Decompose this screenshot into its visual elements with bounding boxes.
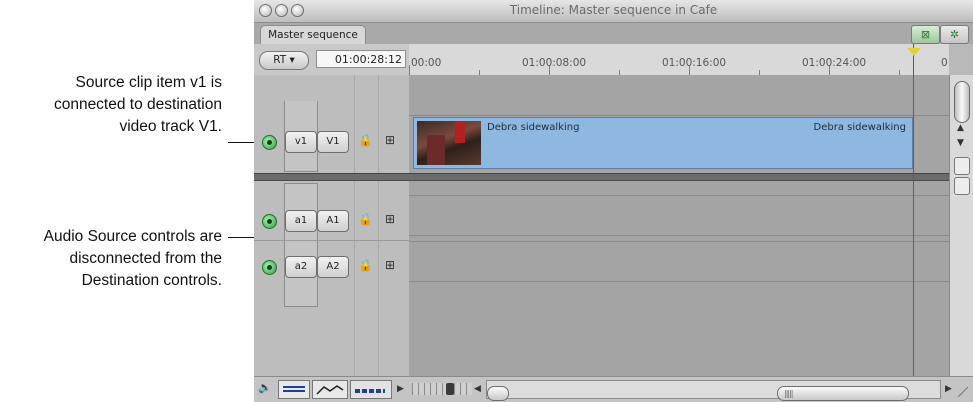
source-control-a2[interactable]: a2 bbox=[285, 256, 317, 278]
tab-master-sequence[interactable]: Master sequence bbox=[260, 25, 366, 45]
scroll-grip-icon: ||||| bbox=[784, 389, 794, 398]
ruler-label: 0 bbox=[941, 57, 948, 69]
track-visibility-a1[interactable] bbox=[262, 214, 277, 229]
current-timecode-field[interactable]: 01:00:28:12 bbox=[316, 50, 406, 68]
linking-icon: ✲ bbox=[949, 28, 960, 41]
scroll-divider-handle[interactable] bbox=[954, 177, 970, 195]
lock-track-icon[interactable]: 🔒 bbox=[358, 258, 373, 272]
scroll-divider-handle[interactable] bbox=[954, 157, 970, 175]
lock-track-icon[interactable]: 🔒 bbox=[358, 133, 373, 147]
track-visibility-a2[interactable] bbox=[262, 260, 277, 275]
track-headers: v1 ( V1 🔒 ⊞ a1 (( A1 🔒 ⊞ a2 (( A2 🔒 ⊞ bbox=[254, 75, 409, 376]
clip-thumbnail bbox=[417, 121, 481, 165]
track-height-icon bbox=[283, 386, 305, 388]
clip-name-label: Debra sidewalking bbox=[487, 122, 580, 133]
ruler-label: 01:00:08:00 bbox=[522, 57, 587, 69]
track-size-control[interactable] bbox=[350, 380, 392, 399]
header-column-divider bbox=[354, 75, 355, 376]
destination-control-v1[interactable]: V1 bbox=[317, 131, 349, 153]
callout-video-connection: Source clip item v1 is connected to dest… bbox=[54, 72, 222, 138]
callout-line: connected to destination bbox=[53, 96, 222, 113]
callout-audio-disconnection: Audio Source controls are disconnected f… bbox=[44, 226, 222, 292]
rt-popup-button[interactable]: RT ▾ bbox=[259, 51, 309, 70]
ruler-label: 01:00:16:00 bbox=[662, 57, 727, 69]
zoom-slider[interactable] bbox=[412, 383, 472, 395]
window-title: Timeline: Master sequence in Cafe bbox=[509, 3, 718, 17]
tab-strip: Master sequence ⊠ ✲ bbox=[254, 23, 973, 45]
track-visibility-v1[interactable] bbox=[262, 135, 277, 150]
video-audio-divider[interactable] bbox=[254, 173, 949, 181]
zoom-slider-thumb[interactable] bbox=[446, 383, 454, 395]
track-height-button[interactable] bbox=[278, 380, 310, 399]
lock-track-icon[interactable]: 🔒 bbox=[358, 212, 373, 226]
linking-button[interactable]: ✲ bbox=[940, 25, 969, 44]
horizontal-scroll-thumb-start[interactable] bbox=[487, 386, 509, 401]
playhead-marker[interactable] bbox=[907, 48, 921, 56]
timeline-controls: RT ▾ 01:00:28:12 bbox=[254, 44, 409, 75]
snapping-button[interactable]: ⊠ bbox=[911, 25, 940, 44]
callout-line: Audio Source controls are bbox=[43, 228, 222, 245]
track-separator bbox=[409, 281, 949, 282]
horizontal-scrollbar[interactable]: ||||| bbox=[486, 380, 941, 401]
horizontal-scroll-thumb[interactable]: ||||| bbox=[777, 386, 909, 401]
snapping-icon: ⊠ bbox=[920, 28, 931, 41]
callout-line: video track V1. bbox=[119, 118, 222, 135]
title-bar: Timeline: Master sequence in Cafe bbox=[254, 0, 973, 23]
track-separator bbox=[409, 195, 949, 196]
scroll-down-arrow-icon[interactable]: ▼ bbox=[957, 138, 964, 148]
destination-control-a2[interactable]: A2 bbox=[317, 256, 349, 278]
source-control-a1[interactable]: a1 bbox=[285, 210, 317, 232]
ruler-label: 00:00 bbox=[411, 57, 442, 69]
callout-line: disconnected from the bbox=[69, 250, 222, 267]
callout-line: Destination controls. bbox=[81, 272, 222, 289]
bottom-bar-expand-arrow-icon[interactable]: ▶ bbox=[397, 384, 404, 394]
callout-line: Source clip item v1 is bbox=[75, 74, 222, 91]
resize-grip-icon[interactable] bbox=[958, 387, 968, 397]
clip-overlays-icon bbox=[316, 385, 344, 395]
speaker-icon[interactable]: 🔈 bbox=[258, 381, 272, 394]
vertical-scrollbar[interactable]: ▲ ▼ bbox=[949, 75, 973, 376]
clip-overlays-button[interactable] bbox=[312, 380, 348, 399]
track-size-icon bbox=[355, 389, 385, 393]
scroll-right-arrow-icon[interactable]: ▶ bbox=[945, 384, 952, 394]
destination-control-a1[interactable]: A1 bbox=[317, 210, 349, 232]
track-separator bbox=[409, 235, 949, 236]
source-control-v1[interactable]: v1 bbox=[285, 131, 317, 153]
auto-select-icon[interactable]: ⊞ bbox=[385, 212, 395, 226]
auto-select-icon[interactable]: ⊞ bbox=[385, 133, 395, 147]
scroll-left-arrow-icon[interactable]: ◀ bbox=[474, 384, 481, 394]
ruler-label: 01:00:24:00 bbox=[802, 57, 867, 69]
time-ruler[interactable]: 00:00 01:00:08:00 01:00:16:00 01:00:24:0… bbox=[409, 44, 949, 76]
track-separator bbox=[409, 241, 949, 242]
patch-column-audio bbox=[284, 183, 318, 307]
timeline-bottom-bar: 🔈 ▶ ◀ ||||| ▶ bbox=[254, 376, 973, 402]
auto-select-icon[interactable]: ⊞ bbox=[385, 258, 395, 272]
playhead-line[interactable] bbox=[913, 44, 914, 376]
track-separator bbox=[254, 240, 409, 241]
vertical-scroll-thumb[interactable] bbox=[954, 81, 970, 123]
scroll-up-arrow-icon[interactable]: ▲ bbox=[957, 123, 964, 133]
timeline-window: Timeline: Master sequence in Cafe Master… bbox=[254, 0, 973, 402]
track-separator bbox=[409, 115, 949, 116]
header-column-divider bbox=[378, 75, 379, 376]
video-clip-debra-sidewalking[interactable]: Debra sidewalking Debra sidewalking bbox=[413, 117, 913, 169]
ruler-tick bbox=[409, 65, 410, 75]
clip-name-label-end: Debra sidewalking bbox=[813, 122, 906, 133]
